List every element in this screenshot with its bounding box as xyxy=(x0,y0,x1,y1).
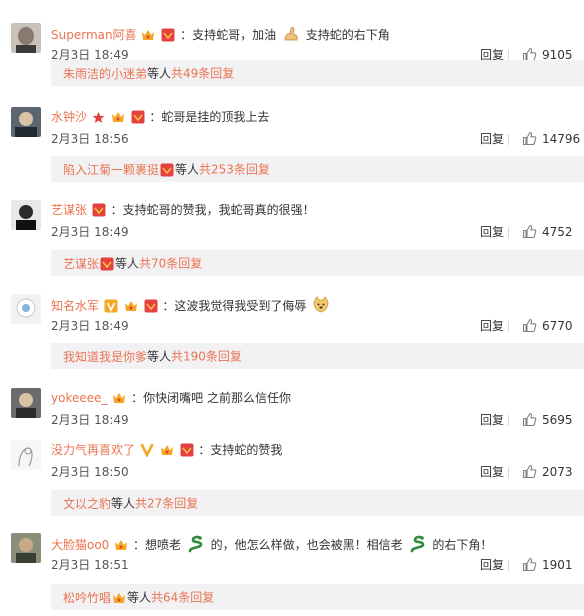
snake-emoji xyxy=(409,535,427,553)
member-crown-icon xyxy=(112,591,126,605)
username[interactable]: 艺谋张 xyxy=(51,203,87,217)
sub-reply-label: 等人 xyxy=(175,162,200,177)
sub-reply-summary[interactable]: 文以之豹等人共27条回复 xyxy=(51,490,584,516)
sub-reply-label: 等人 xyxy=(111,496,136,511)
like-count: 1901 xyxy=(542,558,573,572)
username[interactable]: 水钟沙 xyxy=(51,110,87,124)
timestamp: 2月3日 18:49 xyxy=(51,225,129,239)
thumb-up-icon xyxy=(522,412,537,427)
thumb-up-icon xyxy=(522,464,537,479)
sub-reply-label: 等人 xyxy=(127,590,152,605)
reply-button[interactable]: 回复 xyxy=(480,319,504,333)
avatar[interactable] xyxy=(11,23,41,53)
avatar[interactable] xyxy=(11,294,41,324)
sub-reply-user[interactable]: 陷入江菊一颗裹挺 xyxy=(51,163,159,177)
fan-badge-icon[interactable] xyxy=(180,443,194,457)
reply-button[interactable]: 回复 xyxy=(480,132,504,146)
comment-text: 支持蛇的右下角 xyxy=(305,28,390,42)
like-count: 14796 xyxy=(542,132,581,146)
sub-reply-summary[interactable]: 陷入江菊一颗裹挺 等人共253条回复 xyxy=(51,156,584,182)
sub-reply-user[interactable]: 我知道我是你爹 xyxy=(51,350,147,364)
sub-reply-user[interactable]: 文以之豹 xyxy=(51,497,111,511)
reply-button[interactable]: 回复 xyxy=(480,558,504,572)
member-crown-icon[interactable] xyxy=(141,28,155,42)
sub-reply-label: 等人 xyxy=(115,256,140,271)
avatar[interactable] xyxy=(11,440,41,470)
fan-badge-icon[interactable] xyxy=(92,203,106,217)
comment-text: ：支持蛇哥，加油 xyxy=(180,28,277,42)
timestamp: 2月3日 18:49 xyxy=(51,319,129,333)
timestamp: 2月3日 18:56 xyxy=(51,132,129,146)
member-crown-icon[interactable] xyxy=(112,391,126,405)
username[interactable]: yokeeee_ xyxy=(51,391,108,405)
comment-text: ：想喷老 xyxy=(132,538,181,552)
member-crown-icon[interactable] xyxy=(160,443,174,457)
username[interactable]: 大脸猫oo0 xyxy=(51,538,109,552)
divider xyxy=(508,321,509,332)
reply-button[interactable]: 回复 xyxy=(480,465,504,479)
fan-badge-icon xyxy=(160,163,174,177)
sub-reply-label: 等人 xyxy=(147,66,172,81)
sub-reply-count[interactable]: 共64条回复 xyxy=(151,591,214,605)
username[interactable]: 知名水军 xyxy=(51,299,99,313)
member-crown-icon[interactable] xyxy=(124,299,138,313)
divider xyxy=(508,227,509,238)
sub-reply-count[interactable]: 共49条回复 xyxy=(171,67,234,81)
snake-emoji xyxy=(187,535,205,553)
fan-badge-icon xyxy=(100,257,114,271)
verified-v-icon[interactable] xyxy=(140,443,154,457)
avatar[interactable] xyxy=(11,107,41,137)
muscle-emoji xyxy=(282,25,300,43)
verified-v-icon[interactable] xyxy=(104,299,118,313)
sub-reply-user[interactable]: 艺谋张 xyxy=(51,257,99,271)
thumb-up-icon xyxy=(522,224,537,239)
comment-text: 的右下角！ xyxy=(432,538,493,552)
member-crown-icon[interactable] xyxy=(114,538,128,552)
comment-text: ：支持蛇哥的赞我，我蛇哥真的很强！ xyxy=(110,203,315,217)
sub-reply-count[interactable]: 共27条回复 xyxy=(135,497,198,511)
comment-text: ：这波我觉得我受到了侮辱 xyxy=(162,299,307,313)
avatar[interactable] xyxy=(11,388,41,418)
sub-reply-user[interactable]: 松吟竹唱 xyxy=(51,591,111,605)
fan-badge-icon[interactable] xyxy=(131,110,145,124)
like-count: 4752 xyxy=(542,225,573,239)
sub-reply-summary[interactable]: 艺谋张 等人共70条回复 xyxy=(51,250,584,276)
sub-reply-label: 等人 xyxy=(147,349,172,364)
like-count: 6770 xyxy=(542,319,573,333)
timestamp: 2月3日 18:50 xyxy=(51,465,129,479)
comment-text: ：你快闭嘴吧 之前那么信任你 xyxy=(131,391,291,405)
timestamp: 2月3日 18:51 xyxy=(51,558,129,572)
star-icon[interactable] xyxy=(92,111,105,124)
member-crown-icon[interactable] xyxy=(111,110,125,124)
divider xyxy=(508,560,509,571)
timestamp: 2月3日 18:49 xyxy=(51,413,129,427)
sub-reply-summary[interactable]: 松吟竹唱 等人共64条回复 xyxy=(51,584,584,610)
sub-reply-count[interactable]: 共190条回复 xyxy=(171,350,242,364)
comment-text: ：蛇哥是挂的顶我上去 xyxy=(149,110,270,124)
avatar[interactable] xyxy=(11,533,41,563)
sub-reply-count[interactable]: 共253条回复 xyxy=(199,163,270,177)
thumb-up-icon xyxy=(522,318,537,333)
reply-button[interactable]: 回复 xyxy=(480,413,504,427)
doge-emoji xyxy=(312,296,330,314)
divider xyxy=(508,134,509,145)
like-count: 5695 xyxy=(542,413,573,427)
sub-reply-count[interactable]: 共70条回复 xyxy=(139,257,202,271)
sub-reply-summary[interactable]: 朱雨洁的小迷弟等人共49条回复 xyxy=(51,60,584,86)
thumb-up-icon xyxy=(522,557,537,572)
fan-badge-icon[interactable] xyxy=(161,28,175,42)
username[interactable]: Superman阿喜 xyxy=(51,28,137,42)
fan-badge-icon[interactable] xyxy=(144,299,158,313)
thumb-up-icon xyxy=(522,131,537,146)
comment-text: 的，他怎么样做，也会被黑！相信老 xyxy=(210,538,403,552)
divider xyxy=(508,415,509,426)
avatar[interactable] xyxy=(11,200,41,230)
username[interactable]: 没力气再喜欢了 xyxy=(51,443,135,457)
sub-reply-summary[interactable]: 我知道我是你爹等人共190条回复 xyxy=(51,343,584,369)
sub-reply-user[interactable]: 朱雨洁的小迷弟 xyxy=(51,67,147,81)
reply-button[interactable]: 回复 xyxy=(480,225,504,239)
divider xyxy=(508,467,509,478)
comment-text: ：支持蛇的赞我 xyxy=(198,443,283,457)
like-count: 2073 xyxy=(542,465,573,479)
